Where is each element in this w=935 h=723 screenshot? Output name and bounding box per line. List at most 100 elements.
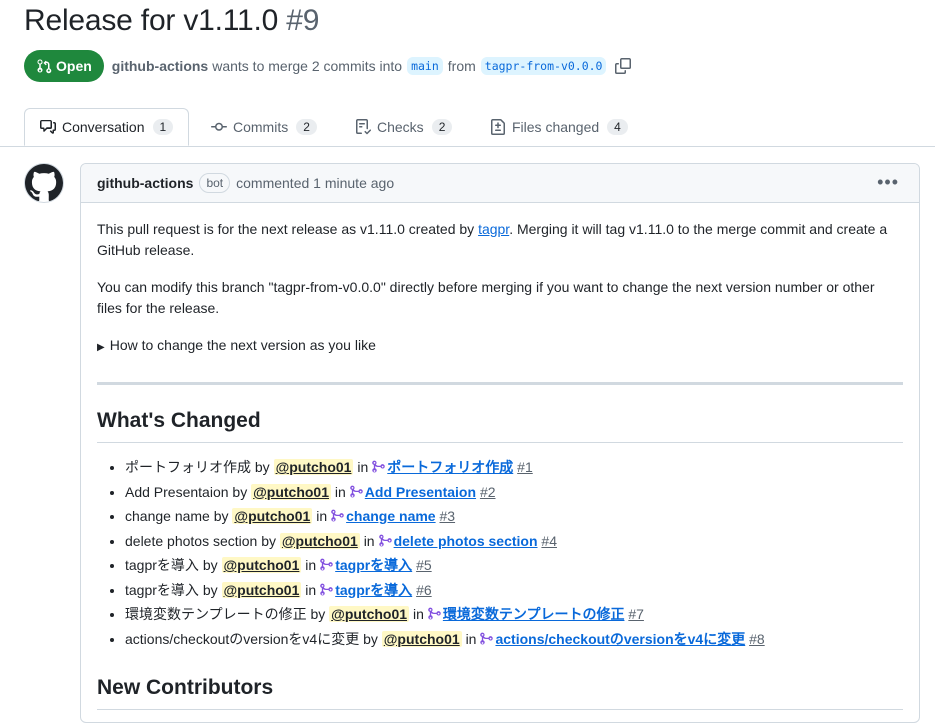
tab-label: Checks (377, 119, 424, 135)
pr-number: #9 (286, 4, 320, 37)
tab-label: Conversation (62, 119, 145, 135)
comment-time[interactable]: commented 1 minute ago (236, 175, 394, 191)
git-merge-icon (346, 484, 365, 500)
user-mention[interactable]: @putcho01 (221, 581, 302, 598)
changes-list: ポートフォリオ作成 by @putcho01 in ポートフォリオ作成 #1 Add… (97, 457, 903, 650)
avatar[interactable] (24, 163, 64, 203)
git-merge-icon (424, 606, 443, 622)
merge-text: wants to merge 2 commits into (212, 58, 403, 74)
file-diff-icon (491, 119, 505, 135)
pr-number-link[interactable]: #4 (541, 533, 557, 549)
in-text: in (305, 581, 317, 598)
change-text: tagprを導入 (125, 557, 199, 573)
change-item: change name by @putcho01 in change name #… (125, 506, 903, 527)
state-badge: Open (24, 50, 104, 82)
user-mention[interactable]: @putcho01 (251, 483, 331, 500)
in-text: in (412, 606, 424, 622)
in-text: in (357, 459, 369, 475)
by-text: by (202, 557, 218, 573)
disclosure-triangle-icon: ▶ (97, 342, 105, 353)
pr-meta: Open github-actions wants to merge 2 com… (24, 50, 632, 82)
comment-body: This pull request is for the next releas… (81, 203, 919, 722)
comment-author[interactable]: github-actions (97, 175, 193, 191)
github-mark-icon (25, 164, 63, 202)
comment-header: github-actions bot commented 1 minute ag… (81, 164, 919, 203)
by-text: by (213, 508, 229, 524)
user-mention[interactable]: @putcho01 (232, 508, 313, 524)
kebab-menu-icon[interactable]: ••• (877, 172, 899, 193)
user-mention[interactable]: @putcho01 (273, 459, 354, 475)
pr-number-link[interactable]: #6 (416, 582, 432, 598)
tab-count: 4 (607, 119, 628, 135)
details-toggle[interactable]: ▶ How to change the next version as you l… (97, 335, 903, 358)
in-text: in (363, 532, 375, 549)
pr-link[interactable]: change name (346, 508, 435, 524)
change-item: 環境変数テンプレートの修正 by @putcho01 in 環境変数テンプレートの… (125, 604, 903, 625)
change-text: 環境変数テンプレートの修正 (125, 606, 307, 622)
comment-discussion-icon (40, 120, 56, 134)
modify-paragraph: You can modify this branch "tagpr-from-v… (97, 279, 875, 316)
tab-label: Commits (233, 119, 289, 135)
change-text: delete photos section (125, 532, 258, 549)
intro-text: This pull request is for the next releas… (97, 221, 479, 237)
divider (97, 382, 903, 385)
user-mention[interactable]: @putcho01 (279, 532, 360, 549)
change-text: tagprを導入 (125, 581, 199, 598)
by-text: by (363, 630, 378, 647)
new-contributors-heading: New Contributors (97, 674, 903, 710)
in-text: in (334, 483, 346, 500)
tab-conversation[interactable]: Conversation 1 (24, 108, 190, 146)
pr-number-link[interactable]: #5 (416, 557, 432, 573)
in-text: in (316, 508, 328, 524)
change-item: tagprを導入 by @putcho01 in tagprを導入 #6 (125, 580, 903, 601)
tagpr-link[interactable]: tagpr (478, 221, 509, 237)
state-label: Open (56, 58, 92, 74)
git-merge-icon (316, 582, 335, 598)
in-text: in (465, 630, 477, 647)
pr-link[interactable]: 環境変数テンプレートの修正 (443, 606, 625, 622)
pr-number-link[interactable]: #8 (749, 631, 765, 647)
git-pull-request-icon (37, 59, 52, 74)
pr-link[interactable]: tagprを導入 (335, 557, 412, 573)
bot-badge: bot (199, 173, 231, 193)
by-text: by (261, 532, 277, 549)
user-mention[interactable]: @putcho01 (381, 630, 462, 647)
git-merge-icon (368, 459, 387, 475)
pr-link[interactable]: ポートフォリオ作成 (387, 459, 513, 475)
tab-checks[interactable]: Checks 2 (355, 108, 453, 146)
change-item: tagprを導入 by @putcho01 in tagprを導入 #5 (125, 555, 903, 576)
pr-author-link[interactable]: github-actions (112, 58, 208, 74)
pr-title-heading: Release for v1.11.0 #9 (24, 4, 319, 38)
from-text: from (447, 58, 476, 74)
change-item: Add Presentaion by @putcho01 in Add Prese… (125, 482, 903, 503)
copy-icon[interactable] (615, 58, 632, 74)
pr-link[interactable]: delete photos section (394, 533, 538, 549)
details-summary: How to change the next version as you li… (109, 337, 376, 353)
user-mention[interactable]: @putcho01 (329, 606, 410, 622)
tab-files-changed[interactable]: Files changed 4 (490, 108, 628, 146)
pr-link[interactable]: Add Presentaion (365, 484, 476, 500)
base-branch[interactable]: main (407, 57, 443, 75)
in-text: in (305, 557, 317, 573)
head-branch[interactable]: tagpr-from-v0.0.0 (480, 57, 607, 75)
user-mention[interactable]: @putcho01 (221, 557, 302, 573)
change-text: ポートフォリオ作成 (125, 459, 251, 475)
tab-count: 2 (431, 119, 453, 135)
pr-number-link[interactable]: #3 (439, 508, 455, 524)
tab-count: 1 (152, 119, 174, 135)
change-text: change name (125, 508, 210, 524)
git-merge-icon (375, 533, 394, 549)
pr-link[interactable]: actions/checkoutのversionをv4に変更 (495, 631, 745, 647)
tab-commits[interactable]: Commits 2 (211, 108, 317, 146)
change-item: actions/checkoutのversionをv4に変更 by @putch… (125, 629, 903, 650)
change-text: actions/checkoutのversionをv4に変更 (125, 630, 360, 647)
pr-number-link[interactable]: #2 (480, 484, 496, 500)
by-text: by (202, 581, 218, 598)
pr-link[interactable]: tagprを導入 (335, 582, 412, 598)
change-item: ポートフォリオ作成 by @putcho01 in ポートフォリオ作成 #1 (125, 457, 903, 478)
pr-number-link[interactable]: #1 (517, 459, 533, 475)
whats-changed-heading: What's Changed (97, 407, 903, 443)
intro-paragraph: This pull request is for the next releas… (97, 219, 903, 261)
git-merge-icon (316, 557, 335, 573)
pr-number-link[interactable]: #7 (628, 606, 644, 622)
